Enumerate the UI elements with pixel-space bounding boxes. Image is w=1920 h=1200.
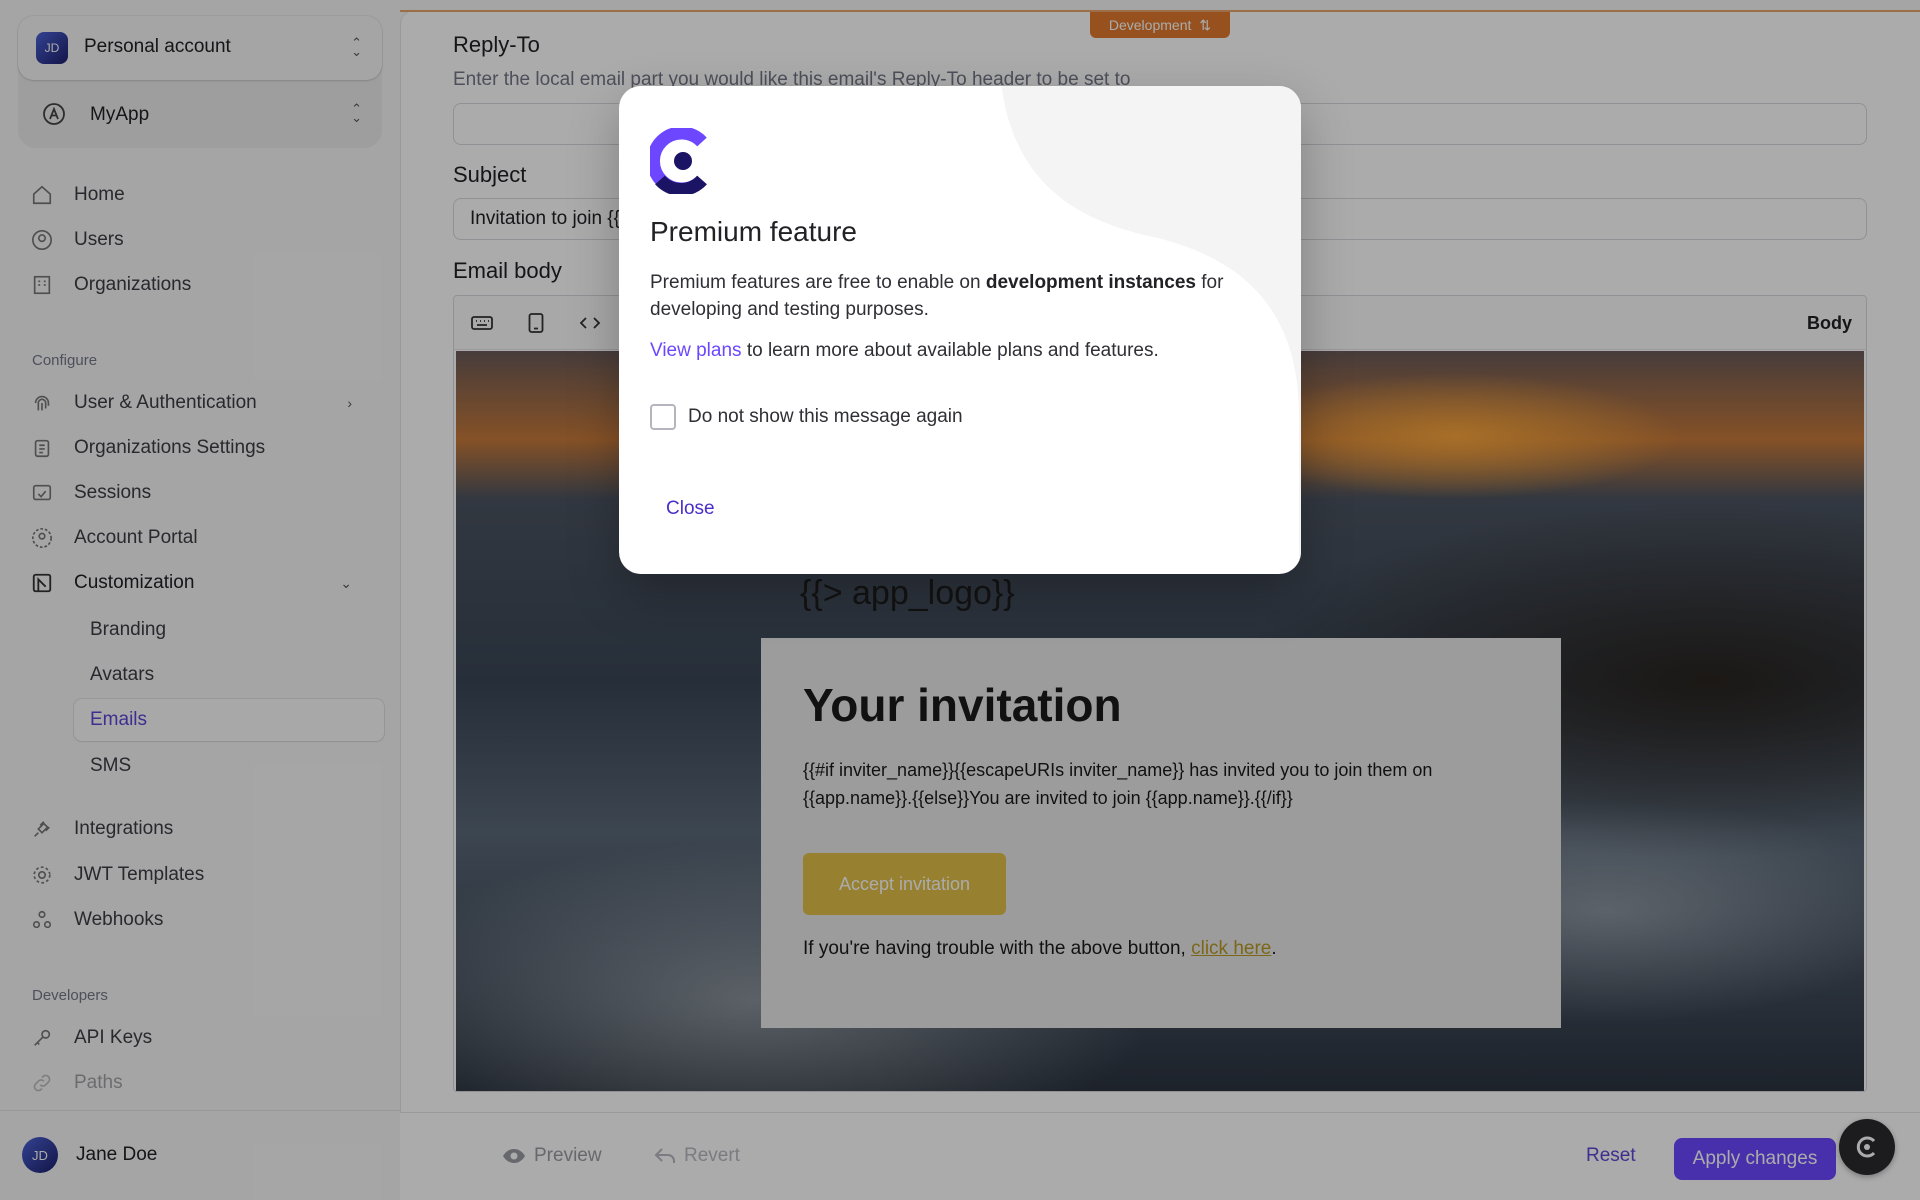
dont-show-again-label: Do not show this message again	[688, 406, 963, 427]
decorative-shape	[1001, 86, 1301, 574]
premium-feature-dialog: Premium feature Premium features are fre…	[619, 86, 1301, 574]
dialog-text-bold: development instances	[985, 272, 1196, 293]
dialog-description: Premium features are free to enable on d…	[650, 269, 1250, 323]
dialog-text-start: Premium features are free to enable on	[650, 272, 986, 293]
dont-show-again-checkbox[interactable]	[650, 404, 676, 430]
view-plans-link[interactable]: View plans	[650, 340, 742, 361]
dialog-plans-text: View plans to learn more about available…	[650, 340, 1159, 362]
dialog-title: Premium feature	[650, 216, 857, 247]
brand-logo-icon	[650, 128, 707, 194]
dont-show-again[interactable]: Do not show this message again	[650, 404, 963, 430]
plans-description: to learn more about available plans and …	[741, 340, 1159, 361]
close-button[interactable]: Close	[666, 498, 715, 520]
